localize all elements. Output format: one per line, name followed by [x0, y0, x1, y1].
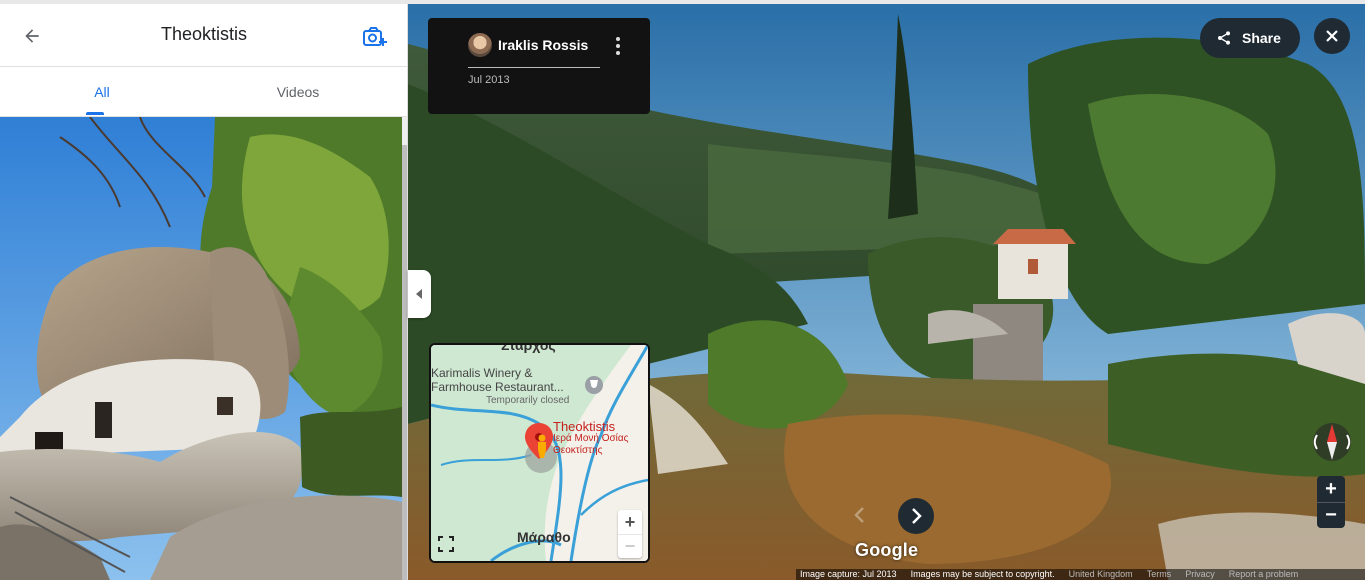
- terms-link[interactable]: Terms: [1147, 569, 1172, 580]
- attribution-bar: Image capture: Jul 2013 Images may be su…: [796, 569, 1365, 580]
- capture-date: Jul 2013: [468, 74, 510, 86]
- more-vert-icon: [616, 37, 620, 41]
- zoom-in-button[interactable]: +: [1317, 476, 1345, 502]
- google-logo: Google: [855, 540, 919, 560]
- fullscreen-icon: [438, 536, 454, 552]
- tab-videos[interactable]: Videos: [196, 67, 400, 117]
- media-tabs: All Videos: [0, 67, 407, 117]
- tab-all[interactable]: All: [0, 67, 204, 117]
- map-poi-status: Temporarily closed: [486, 395, 570, 406]
- add-photo-button[interactable]: [360, 22, 390, 52]
- map-zoom-out-button[interactable]: −: [618, 534, 642, 558]
- close-button[interactable]: [1314, 18, 1350, 54]
- arrow-back-icon: [25, 29, 39, 43]
- collapse-panel-button[interactable]: [408, 270, 431, 318]
- panel-header: Theoktistis: [0, 4, 407, 67]
- zoom-out-button[interactable]: −: [1317, 502, 1345, 528]
- map-label-top: Σταρχός: [501, 343, 556, 353]
- map-zoom-in-button[interactable]: +: [618, 510, 642, 534]
- privacy-link[interactable]: Privacy: [1185, 569, 1215, 580]
- back-button[interactable]: [18, 22, 46, 50]
- copyright-text: Images may be subject to copyright.: [910, 569, 1055, 579]
- more-options-button[interactable]: [610, 32, 626, 60]
- window-top-border: [0, 0, 1365, 4]
- active-tab-indicator: [86, 112, 104, 115]
- image-capture-text: Image capture: Jul 2013: [800, 569, 897, 579]
- map-town-label: Μάραθο: [517, 529, 571, 545]
- minimap[interactable]: Σταρχός Karimalis Winery & Farmhouse Res…: [429, 343, 650, 563]
- compass-icon: [1313, 423, 1351, 461]
- report-problem-link[interactable]: Report a problem: [1229, 569, 1299, 580]
- previous-photo-button[interactable]: [842, 498, 876, 532]
- region-link[interactable]: United Kingdom: [1069, 569, 1133, 580]
- add-photo-icon: [363, 27, 387, 46]
- close-icon: [1326, 30, 1338, 42]
- streetview-zoom-control: + −: [1317, 476, 1345, 528]
- map-place-label[interactable]: Theoktistis: [553, 419, 615, 434]
- photos-panel: Theoktistis All Videos: [0, 0, 408, 580]
- chevron-left-icon: [854, 507, 864, 523]
- map-place-subtitle: Ιερά Μονή Οσίας Θεοκτίστης: [553, 433, 629, 456]
- share-label: Share: [1242, 30, 1281, 46]
- chevron-right-icon: [912, 508, 922, 524]
- chevron-left-icon: [415, 289, 422, 299]
- map-poi-label[interactable]: Karimalis Winery & Farmhouse Restaurant.…: [431, 366, 591, 394]
- contributor-card: Iraklis Rossis Jul 2013: [428, 18, 650, 114]
- next-photo-button[interactable]: [898, 498, 934, 534]
- panel-title: Theoktistis: [160, 24, 248, 44]
- map-fullscreen-button[interactable]: [437, 535, 461, 559]
- divider: [468, 67, 600, 68]
- compass[interactable]: [1312, 418, 1352, 466]
- avatar[interactable]: [468, 33, 492, 57]
- map-zoom-control: + −: [618, 510, 642, 558]
- share-button[interactable]: Share: [1200, 18, 1300, 58]
- share-icon: [1218, 31, 1230, 45]
- place-photo[interactable]: [0, 117, 402, 580]
- contributor-name[interactable]: Iraklis Rossis: [498, 37, 588, 53]
